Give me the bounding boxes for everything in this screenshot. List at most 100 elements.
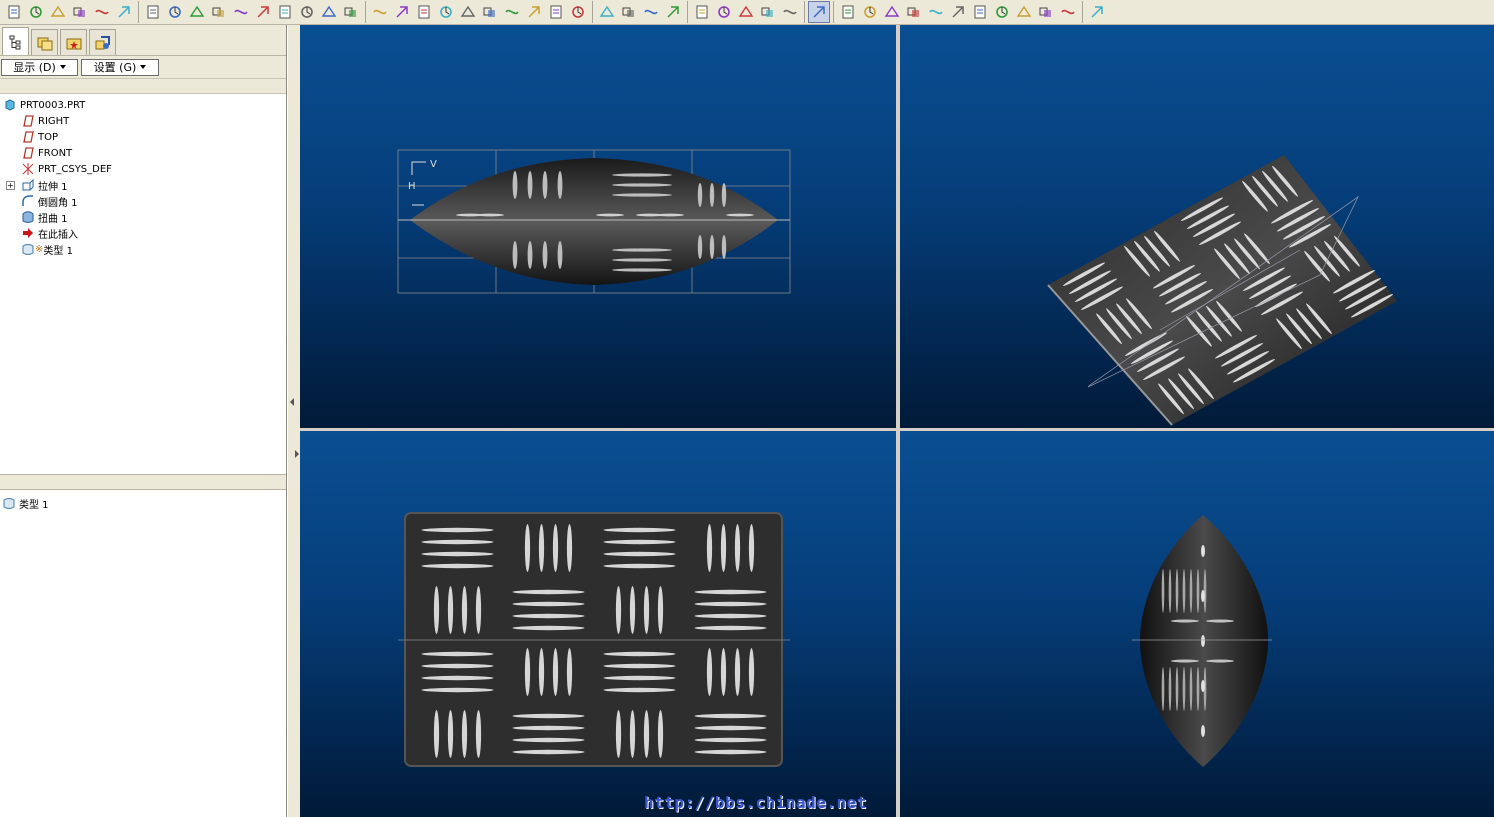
viewport-isometric[interactable] [900, 25, 1494, 428]
regenerate-icon [189, 4, 205, 20]
hidden-line-button[interactable] [618, 1, 640, 23]
tree-item[interactable]: RIGHT [3, 113, 286, 129]
tree-item[interactable]: ※ 类型 1 [3, 241, 286, 257]
cut-button[interactable] [208, 1, 230, 23]
reorient-button[interactable] [501, 1, 523, 23]
toolbar-group [0, 1, 139, 23]
datum-points-icon [738, 4, 754, 20]
cut-icon [211, 4, 227, 20]
datum-points-button[interactable] [735, 1, 757, 23]
tab-folder-browser[interactable] [31, 29, 58, 55]
model-player-icon [299, 4, 315, 20]
tree-item[interactable]: PRT0003.PRT [3, 97, 286, 113]
datum-planes-icon [694, 4, 710, 20]
new-file-button[interactable] [3, 1, 25, 23]
orient-button[interactable] [413, 1, 435, 23]
datum-plane-icon [21, 146, 35, 160]
print-quick-button[interactable] [113, 1, 135, 23]
tree-item[interactable]: 扭曲 1 [3, 209, 286, 225]
tree-item[interactable]: + 拉伸 1 [3, 177, 286, 193]
saved-views-button[interactable] [523, 1, 545, 23]
repaint-button[interactable] [369, 1, 391, 23]
draft-analysis-button[interactable] [947, 1, 969, 23]
save-button[interactable] [47, 1, 69, 23]
model-player-button[interactable] [296, 1, 318, 23]
spin-center-button[interactable] [391, 1, 413, 23]
regenerate-button[interactable] [186, 1, 208, 23]
redo-button[interactable] [164, 1, 186, 23]
spin-center-toggle-button[interactable] [808, 1, 830, 23]
paste-special-button[interactable] [274, 1, 296, 23]
view-manager-icon [570, 4, 586, 20]
collapse-left-arrow-icon[interactable] [290, 398, 294, 406]
viewport-front[interactable]: V H [300, 25, 896, 428]
csys-button[interactable] [757, 1, 779, 23]
sketch-button[interactable] [837, 1, 859, 23]
tree-item-label: 扭曲 1 [38, 213, 68, 225]
expand-right-arrow-icon[interactable] [295, 450, 299, 458]
refit-button[interactable] [479, 1, 501, 23]
copy-button[interactable] [230, 1, 252, 23]
surface-style-button[interactable] [859, 1, 881, 23]
no-hidden-button[interactable] [640, 1, 662, 23]
tree-item[interactable]: PRT_CSYS_DEF [3, 161, 286, 177]
tab-model-tree[interactable] [2, 27, 29, 55]
shading-button[interactable] [662, 1, 684, 23]
tree-item-label: RIGHT [38, 115, 70, 127]
zoom-in-button[interactable] [435, 1, 457, 23]
datum-planes-button[interactable] [691, 1, 713, 23]
spin-center-icon [394, 4, 410, 20]
surface-style-icon [862, 4, 878, 20]
section-c-button[interactable] [1035, 1, 1057, 23]
print-button[interactable] [69, 1, 91, 23]
expand-icon[interactable]: + [6, 181, 15, 190]
datum-axes-button[interactable] [713, 1, 735, 23]
whats-this-button[interactable] [1086, 1, 1108, 23]
display-dropdown[interactable]: 显示 (D) [1, 58, 78, 76]
select-box-button[interactable] [340, 1, 362, 23]
navigator-tabs [0, 25, 286, 56]
section-a-button[interactable] [991, 1, 1013, 23]
tree-item-label: 在此插入 [38, 229, 78, 241]
analysis-color-button[interactable] [903, 1, 925, 23]
section-b-button[interactable] [1013, 1, 1035, 23]
layer-item[interactable]: 类型 1 [2, 495, 286, 511]
mapkey-button[interactable] [925, 1, 947, 23]
view-manager-button[interactable] [567, 1, 589, 23]
tab-connections[interactable] [89, 29, 116, 55]
insert-here-icon [21, 226, 35, 240]
reflection-button[interactable] [969, 1, 991, 23]
toolbar-group [1083, 1, 1111, 23]
settings-dropdown[interactable]: 设置 (G) [81, 58, 159, 76]
iso-view-model [1047, 155, 1397, 426]
zoom-out-button[interactable] [457, 1, 479, 23]
panel-splitter[interactable] [287, 25, 300, 817]
tree-item[interactable]: TOP [3, 129, 286, 145]
curve-button[interactable] [881, 1, 903, 23]
print-preview-button[interactable] [91, 1, 113, 23]
wireframe-icon [599, 4, 615, 20]
hidden-line-icon [621, 4, 637, 20]
tree-item[interactable]: 在此插入 [3, 225, 286, 241]
plate-body[interactable] [1048, 155, 1397, 425]
section-d-button[interactable] [1057, 1, 1079, 23]
lens-body[interactable] [410, 158, 778, 285]
find-button[interactable] [318, 1, 340, 23]
tree-item[interactable]: 倒圆角 1 [3, 193, 286, 209]
top-view-model [398, 512, 790, 767]
orient-icon [416, 4, 432, 20]
zoom-out-icon [460, 4, 476, 20]
extrude-icon [21, 178, 35, 192]
wireframe-button[interactable] [596, 1, 618, 23]
paste-button[interactable] [252, 1, 274, 23]
viewport-top[interactable] [300, 431, 896, 817]
tree-item[interactable]: FRONT [3, 145, 286, 161]
layers-button[interactable] [545, 1, 567, 23]
open-file-button[interactable] [25, 1, 47, 23]
analysis-color-icon [906, 4, 922, 20]
undo-button[interactable] [142, 1, 164, 23]
annotations-button[interactable] [779, 1, 801, 23]
viewport-side[interactable] [900, 431, 1494, 817]
connections-icon [95, 35, 110, 49]
tab-favorites[interactable] [60, 29, 87, 55]
